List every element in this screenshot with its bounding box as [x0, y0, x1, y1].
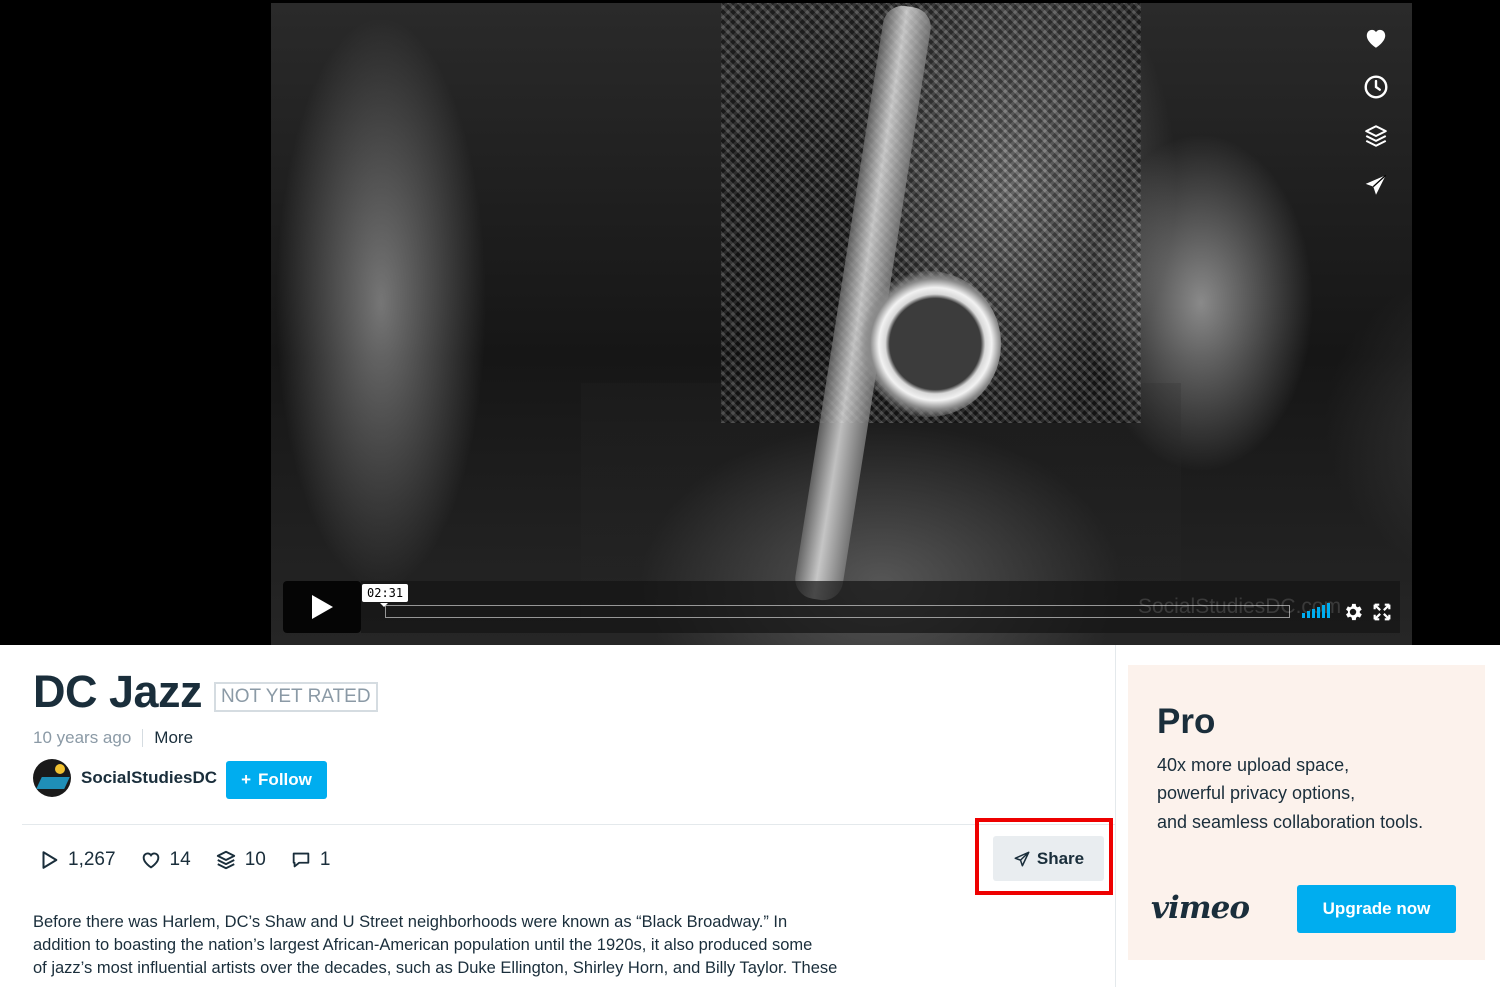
more-link[interactable]: More	[154, 728, 193, 748]
pro-feature-line: powerful privacy options,	[1157, 783, 1356, 803]
vimeo-logo: vimeo	[1151, 890, 1250, 926]
description-line: addition to boasting the nation’s larges…	[33, 936, 813, 954]
share-button[interactable]: Share	[993, 836, 1104, 881]
column-divider	[1115, 645, 1116, 987]
pro-feature-line: and seamless collaboration tools.	[1157, 812, 1424, 832]
share-label: Share	[1036, 848, 1085, 868]
video-scene-saxophone-bell	[855, 271, 1001, 417]
plays-count: 1,267	[68, 849, 116, 870]
share-icon[interactable]	[1356, 165, 1396, 205]
channel-avatar[interactable]	[33, 759, 71, 797]
layers-icon	[216, 850, 235, 870]
plus-icon: +	[241, 770, 252, 789]
video-meta: 10 years ago More	[33, 728, 193, 748]
video-stats: 1,267 14 10 1	[38, 849, 330, 871]
video-player[interactable]: 02:31 SocialStudiesDC.com	[0, 0, 1500, 645]
pro-upsell-card: Pro 40x more upload space, powerful priv…	[1128, 665, 1485, 960]
play-button[interactable]	[283, 581, 361, 633]
like-icon[interactable]	[1356, 18, 1396, 58]
plays-stat: 1,267	[38, 849, 116, 871]
meta-separator	[142, 729, 144, 747]
pro-title: Pro	[1157, 702, 1216, 741]
collections-count: 10	[244, 849, 266, 870]
watch-later-icon[interactable]	[1356, 67, 1396, 107]
upgrade-button[interactable]: Upgrade now	[1297, 885, 1456, 933]
video-title: DC Jazz	[33, 666, 203, 717]
fullscreen-icon[interactable]	[1371, 601, 1393, 623]
likes-stat[interactable]: 14	[140, 849, 191, 871]
volume-meter[interactable]	[1302, 602, 1330, 618]
player-side-actions	[1356, 18, 1398, 205]
video-frame[interactable]	[271, 3, 1412, 645]
comment-icon	[292, 852, 310, 868]
pro-feature-line: 40x more upload space,	[1157, 755, 1350, 775]
settings-gear-icon[interactable]	[1342, 601, 1364, 623]
play-icon	[312, 595, 333, 619]
play-outline-icon	[42, 851, 58, 869]
follow-button[interactable]: + Follow	[226, 761, 327, 799]
description-line: of jazz’s most influential artists over …	[33, 959, 838, 977]
collections-stat[interactable]: 10	[215, 849, 266, 871]
comments-stat[interactable]: 1	[290, 849, 331, 871]
follow-label: Follow	[258, 770, 312, 789]
rating-badge: NOT YET RATED	[214, 682, 378, 712]
heart-outline-icon	[142, 852, 159, 869]
likes-count: 14	[169, 849, 191, 870]
player-controls: 02:31 SocialStudiesDC.com	[283, 581, 1400, 633]
channel-name[interactable]: SocialStudiesDC	[81, 768, 217, 788]
time-tooltip: 02:31	[362, 584, 409, 607]
posted-time: 10 years ago	[33, 728, 132, 747]
video-description: Before there was Harlem, DC’s Shaw and U…	[33, 911, 883, 980]
section-divider	[22, 824, 1115, 825]
description-line: Before there was Harlem, DC’s Shaw and U…	[33, 913, 788, 931]
collections-icon[interactable]	[1356, 116, 1396, 156]
comments-count: 1	[319, 849, 331, 870]
paper-plane-icon	[1014, 851, 1030, 866]
